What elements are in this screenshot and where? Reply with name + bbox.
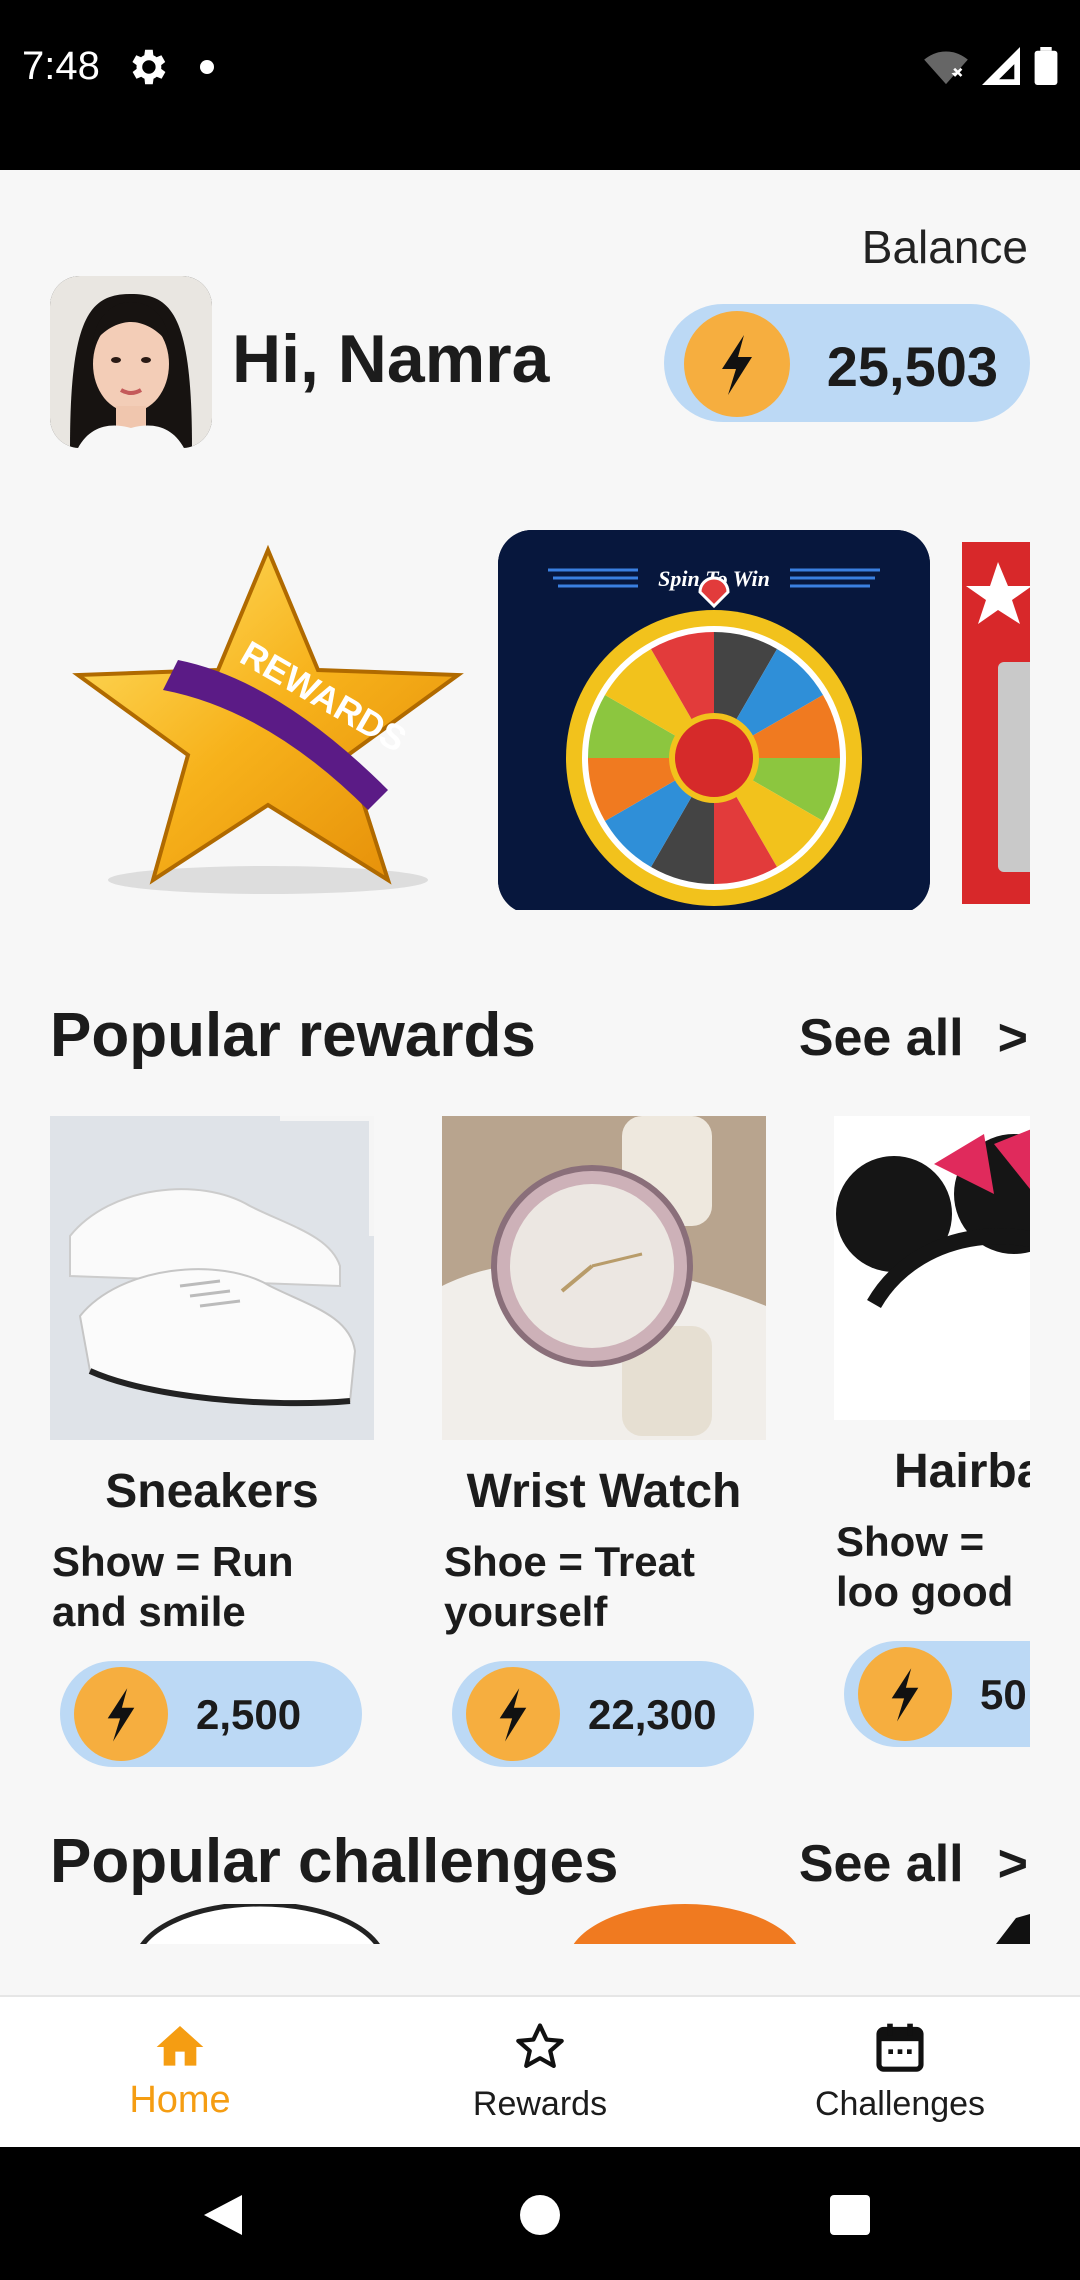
reward-desc: Show = Run and smile: [52, 1538, 294, 1635]
nav-rewards-label: Rewards: [472, 2085, 608, 2123]
nav-rewards[interactable]: Rewards: [360, 1997, 720, 2149]
reward-price-pill[interactable]: 2,500: [60, 1661, 362, 1767]
recents-icon[interactable]: [828, 2193, 872, 2237]
lightning-icon: [499, 1688, 527, 1742]
nav-challenges-label: Challenges: [814, 2085, 986, 2123]
chevron-right-icon: >: [997, 1009, 1028, 1067]
back-icon[interactable]: [202, 2193, 244, 2237]
reward-price-pill[interactable]: 22,300: [452, 1661, 754, 1767]
greeting: Hi, Namra: [232, 321, 550, 397]
balance-pill[interactable]: 25,503: [664, 304, 1030, 422]
nav-home[interactable]: Home: [0, 1997, 360, 2149]
reward-name: Sneakers: [105, 1465, 319, 1518]
scratch-card-banner[interactable]: [962, 542, 1030, 904]
popular-rewards-see-all[interactable]: See all >: [799, 1008, 1028, 1068]
challenge-card[interactable]: [130, 1904, 390, 1944]
status-bar: 7:48: [0, 0, 1080, 170]
reward-desc: Shoe = Treat yourself: [444, 1538, 695, 1635]
reward-price: 50: [980, 1671, 1027, 1718]
nav-challenges[interactable]: Challenges: [720, 1997, 1080, 2149]
bottom-navigation: Home Rewards Challenges: [0, 1995, 1080, 2149]
hairband-image: [834, 1116, 1030, 1420]
bolt-badge: [74, 1667, 168, 1761]
reward-card[interactable]: Sneakers Show = Run and smile 2,500: [50, 1116, 374, 1767]
status-time: 7:48: [22, 44, 100, 88]
challenge-card[interactable]: [560, 1904, 810, 1944]
bolt-badge: [466, 1667, 560, 1761]
lightning-icon: [891, 1668, 919, 1722]
settings-icon: [132, 49, 166, 85]
status-icons: [924, 46, 1058, 86]
promo-carousel[interactable]: REWARDS Spin To Win: [0, 530, 1030, 910]
see-all-label: See all: [798, 1009, 964, 1067]
reward-card[interactable]: Wrist Watch Shoe = Treat yourself 22,300: [442, 1116, 766, 1767]
avatar[interactable]: [50, 276, 212, 448]
balance-value: 25,503: [826, 335, 998, 398]
reward-name: Hairba: [894, 1445, 1030, 1498]
reward-price: 2,500: [196, 1691, 302, 1738]
popular-challenges-see-all[interactable]: See all >: [799, 1834, 1028, 1894]
wrist-watch-image: [442, 1116, 766, 1440]
star-icon: [516, 2023, 564, 2068]
home-circle-icon[interactable]: [518, 2193, 562, 2237]
battery-icon: [1034, 47, 1058, 85]
signal-icon: [982, 47, 1020, 85]
reward-name: Wrist Watch: [466, 1465, 742, 1518]
spin-to-win-banner[interactable]: Spin To Win: [498, 530, 930, 910]
reward-price: 22,300: [588, 1691, 717, 1738]
home-icon: [156, 2026, 204, 2066]
reward-desc: Show = loo good: [836, 1518, 1014, 1615]
challenge-card[interactable]: [986, 1904, 1030, 1944]
phone-frame: 7:48 Balance Hi, Namra 25,503 REWARDS Sp…: [0, 0, 1080, 2280]
sneakers-image: [50, 1116, 374, 1440]
rewards-banner[interactable]: REWARDS: [68, 540, 478, 910]
nav-home-label: Home: [129, 2079, 231, 2121]
reward-price-pill[interactable]: 50: [844, 1641, 1030, 1747]
balance-label: Balance: [861, 221, 1028, 273]
popular-rewards-title: Popular rewards: [50, 1001, 536, 1070]
calendar-icon: [876, 2023, 924, 2072]
home-screen: Balance Hi, Namra 25,503 REWARDS Spin Wi…: [0, 170, 1080, 1995]
bolt-badge: [684, 311, 790, 417]
popular-challenges-title: Popular challenges: [50, 1827, 619, 1896]
lightning-icon: [722, 335, 752, 395]
system-navigation-bar: [0, 2147, 1080, 2280]
chevron-right-icon: >: [997, 1835, 1028, 1893]
reward-card[interactable]: Hairba Show = loo good 50: [834, 1116, 1030, 1747]
notification-dot-icon: [200, 60, 214, 74]
wifi-off-icon: [924, 51, 968, 85]
lightning-icon: [107, 1688, 135, 1742]
popular-rewards-list: Sneakers Show = Run and smile 2,500 Wris…: [0, 1116, 1030, 1776]
bolt-badge: [858, 1647, 952, 1741]
see-all-label: See all: [798, 1835, 964, 1893]
